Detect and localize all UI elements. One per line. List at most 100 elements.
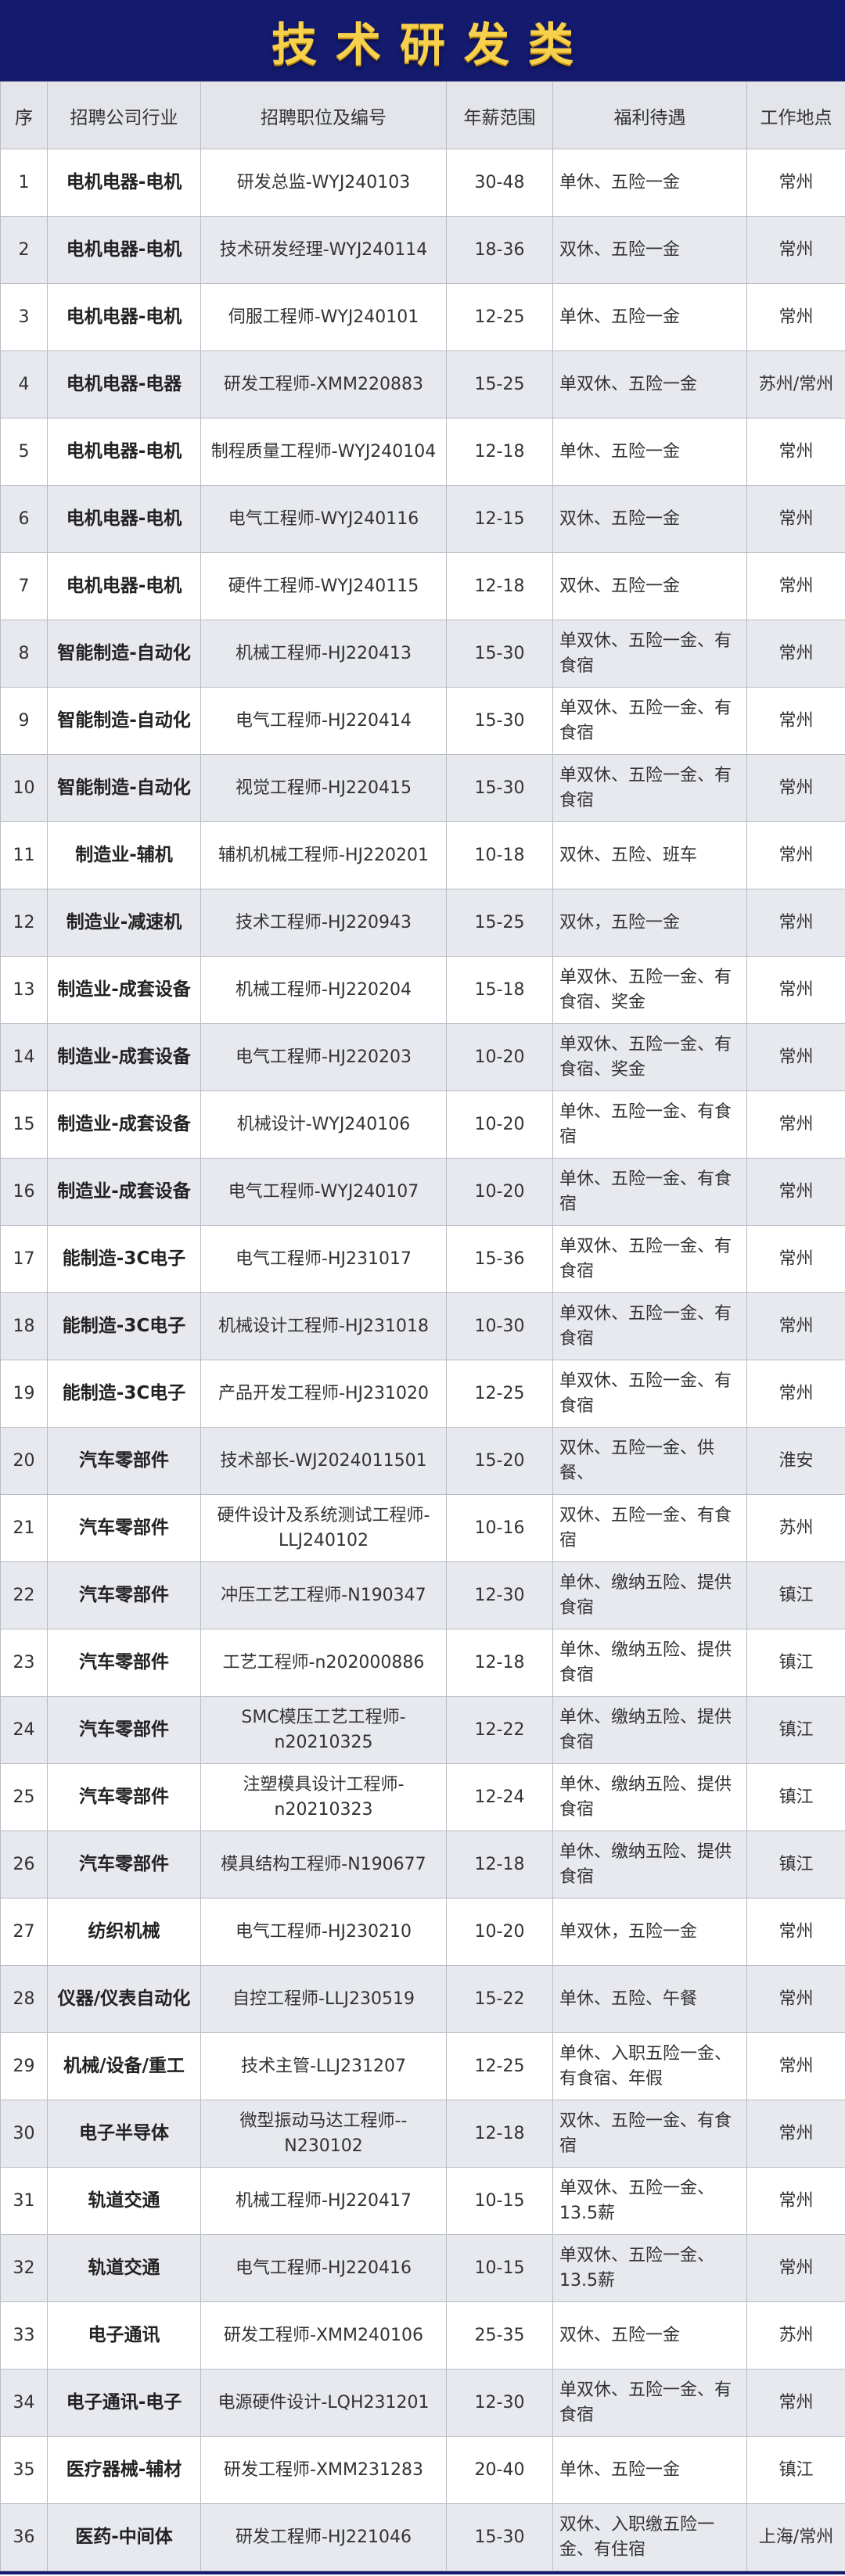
cell-benefit: 单双休、五险一金、有食宿 bbox=[552, 1360, 747, 1428]
cell-industry: 电子通讯-电子 bbox=[47, 2369, 201, 2437]
cell-seq: 24 bbox=[0, 1696, 48, 1764]
cell-position: 电气工程师-HJ220416 bbox=[200, 2234, 447, 2302]
column-header-seq: 序 bbox=[0, 81, 48, 149]
cell-location: 常州 bbox=[746, 1292, 845, 1360]
table-row: 24 汽车零部件 SMC模压工艺工程师-n20210325 12-22 单休、缴纳五险、… bbox=[0, 1696, 845, 1764]
cell-salary: 10-18 bbox=[446, 821, 553, 889]
cell-seq: 25 bbox=[0, 1763, 48, 1831]
title-banner: 技术研发类 bbox=[0, 0, 845, 81]
cell-benefit: 单休、缴纳五险、提供食宿 bbox=[552, 1629, 747, 1697]
cell-salary: 15-18 bbox=[446, 956, 553, 1024]
cell-location: 镇江 bbox=[746, 1696, 845, 1764]
cell-industry: 能制造-3C电子 bbox=[47, 1225, 201, 1293]
cell-seq: 13 bbox=[0, 956, 48, 1024]
cell-industry: 电机电器-电机 bbox=[47, 485, 201, 553]
cell-seq: 17 bbox=[0, 1225, 48, 1293]
cell-industry: 能制造-3C电子 bbox=[47, 1292, 201, 1360]
cell-location: 常州 bbox=[746, 1090, 845, 1159]
table-row: 11 制造业-辅机 辅机机械工程师-HJ220201 10-18 双休、五险、班车 常州 bbox=[0, 821, 845, 889]
cell-benefit: 单双休、五险一金、有食宿 bbox=[552, 1225, 747, 1293]
cell-salary: 15-30 bbox=[446, 754, 553, 822]
cell-benefit: 单双休、五险一金、有食宿 bbox=[552, 620, 747, 688]
cell-location: 常州 bbox=[746, 1965, 845, 2033]
table-row: 30 电子半导体 微型振动马达工程师--N230102 12-18 双休、五险一金、有食… bbox=[0, 2100, 845, 2168]
cell-seq: 10 bbox=[0, 754, 48, 822]
cell-position: 电气工程师-HJ230210 bbox=[200, 1898, 447, 1966]
table-row: 6 电机电器-电机 电气工程师-WYJ240116 12-15 双休、五险一金 常州 bbox=[0, 485, 845, 553]
cell-industry: 电机电器-电机 bbox=[47, 283, 201, 351]
cell-seq: 18 bbox=[0, 1292, 48, 1360]
table-row: 13 制造业-成套设备 机械工程师-HJ220204 15-18 单双休、五险一金、有食… bbox=[0, 956, 845, 1024]
cell-benefit: 双休、五险一金、有食宿 bbox=[552, 2100, 747, 2168]
cell-benefit: 单双休、五险一金、有食宿 bbox=[552, 754, 747, 822]
cell-benefit: 单双休、五险一金、13.5薪 bbox=[552, 2167, 747, 2235]
job-table: 序 招聘公司行业 招聘职位及编号 年薪范围 福利待遇 工作地点 1 电机电器-电机… bbox=[0, 81, 845, 2571]
bottom-bar bbox=[0, 2571, 845, 2574]
cell-benefit: 双休、五险一金 bbox=[552, 216, 747, 284]
cell-salary: 12-18 bbox=[446, 418, 553, 486]
cell-benefit: 双休、五险、班车 bbox=[552, 821, 747, 889]
cell-position: 机械设计工程师-HJ231018 bbox=[200, 1292, 447, 1360]
cell-position: 自控工程师-LLJ230519 bbox=[200, 1965, 447, 2033]
table-row: 12 制造业-减速机 技术工程师-HJ220943 15-25 双休，五险一金 常州 bbox=[0, 889, 845, 957]
cell-seq: 7 bbox=[0, 552, 48, 620]
cell-seq: 5 bbox=[0, 418, 48, 486]
cell-location: 常州 bbox=[746, 687, 845, 755]
cell-benefit: 单休、五险一金 bbox=[552, 2436, 747, 2504]
cell-position: 研发总监-WYJ240103 bbox=[200, 149, 447, 217]
cell-industry: 制造业-减速机 bbox=[47, 889, 201, 957]
cell-seq: 29 bbox=[0, 2032, 48, 2100]
cell-location: 常州 bbox=[746, 1158, 845, 1226]
cell-seq: 23 bbox=[0, 1629, 48, 1697]
cell-benefit: 单休、五险、午餐 bbox=[552, 1965, 747, 2033]
cell-position: 电气工程师-WYJ240116 bbox=[200, 485, 447, 553]
cell-benefit: 单休、缴纳五险、提供食宿 bbox=[552, 1696, 747, 1764]
cell-salary: 12-25 bbox=[446, 2032, 553, 2100]
table-row: 15 制造业-成套设备 机械设计-WYJ240106 10-20 单休、五险一金、有食宿… bbox=[0, 1090, 845, 1159]
cell-industry: 汽车零部件 bbox=[47, 1696, 201, 1764]
cell-position: 技术工程师-HJ220943 bbox=[200, 889, 447, 957]
cell-salary: 12-18 bbox=[446, 1831, 553, 1899]
cell-industry: 智能制造-自动化 bbox=[47, 687, 201, 755]
cell-location: 镇江 bbox=[746, 1561, 845, 1629]
cell-location: 镇江 bbox=[746, 2436, 845, 2504]
cell-position: 技术部长-WJ2024011501 bbox=[200, 1427, 447, 1495]
table-row: 5 电机电器-电机 制程质量工程师-WYJ240104 12-18 单休、五险一金 常州 bbox=[0, 418, 845, 486]
cell-position: 辅机机械工程师-HJ220201 bbox=[200, 821, 447, 889]
page-title: 技术研发类 bbox=[271, 18, 592, 71]
cell-seq: 11 bbox=[0, 821, 48, 889]
cell-location: 镇江 bbox=[746, 1763, 845, 1831]
table-row: 9 智能制造-自动化 电气工程师-HJ220414 15-30 单双休、五险一金、有食宿… bbox=[0, 687, 845, 755]
cell-benefit: 单休、五险一金 bbox=[552, 418, 747, 486]
cell-location: 苏州 bbox=[746, 2301, 845, 2369]
cell-salary: 12-18 bbox=[446, 2100, 553, 2168]
cell-location: 苏州/常州 bbox=[746, 350, 845, 419]
cell-position: 电气工程师-WYJ240107 bbox=[200, 1158, 447, 1226]
cell-seq: 34 bbox=[0, 2369, 48, 2437]
column-header-benefit: 福利待遇 bbox=[552, 81, 747, 149]
cell-benefit: 单休、缴纳五险、提供食宿 bbox=[552, 1763, 747, 1831]
cell-benefit: 单休、缴纳五险、提供食宿 bbox=[552, 1831, 747, 1899]
cell-seq: 19 bbox=[0, 1360, 48, 1428]
cell-salary: 10-15 bbox=[446, 2167, 553, 2235]
cell-benefit: 双休、五险一金、供餐、 bbox=[552, 1427, 747, 1495]
cell-seq: 27 bbox=[0, 1898, 48, 1966]
cell-industry: 制造业-成套设备 bbox=[47, 1158, 201, 1226]
cell-location: 常州 bbox=[746, 216, 845, 284]
cell-industry: 汽车零部件 bbox=[47, 1494, 201, 1562]
cell-seq: 22 bbox=[0, 1561, 48, 1629]
cell-industry: 电子通讯 bbox=[47, 2301, 201, 2369]
cell-location: 常州 bbox=[746, 956, 845, 1024]
cell-seq: 30 bbox=[0, 2100, 48, 2168]
cell-benefit: 双休，五险一金 bbox=[552, 889, 747, 957]
cell-position: 硬件工程师-WYJ240115 bbox=[200, 552, 447, 620]
column-header-position: 招聘职位及编号 bbox=[200, 81, 447, 149]
cell-position: 研发工程师-XMM231283 bbox=[200, 2436, 447, 2504]
cell-position: 技术研发经理-WYJ240114 bbox=[200, 216, 447, 284]
cell-industry: 机械/设备/重工 bbox=[47, 2032, 201, 2100]
cell-location: 常州 bbox=[746, 1023, 845, 1091]
cell-position: 模具结构工程师-N190677 bbox=[200, 1831, 447, 1899]
cell-salary: 30-48 bbox=[446, 149, 553, 217]
cell-industry: 电机电器-电机 bbox=[47, 216, 201, 284]
cell-salary: 12-24 bbox=[446, 1763, 553, 1831]
